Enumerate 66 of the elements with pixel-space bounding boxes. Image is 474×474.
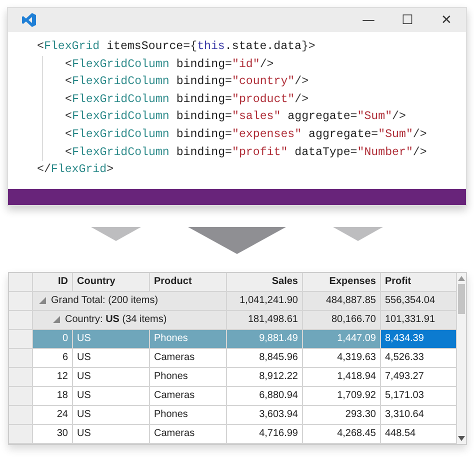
code-line: <FlexGrid itemsSource={this.state.data}> [37, 39, 316, 55]
table-cell[interactable]: US [73, 386, 150, 406]
collapse-triangle-icon[interactable] [39, 297, 46, 304]
table-cell[interactable]: 8,912.22 [227, 368, 303, 387]
scrollbar-thumb[interactable] [458, 284, 465, 314]
table-cell[interactable]: 6,880.94 [227, 386, 303, 406]
table-cell[interactable]: US [73, 424, 150, 444]
table-cell: 80,166.70 [303, 310, 381, 330]
table-cell[interactable]: 1,418.94 [303, 368, 381, 387]
table-cell[interactable]: 4,268.45 [303, 424, 381, 444]
maximize-button[interactable]: ☐ [388, 8, 427, 32]
table-cell[interactable]: Cameras [150, 348, 227, 368]
table-cell[interactable]: Phones [150, 368, 227, 387]
scroll-up-icon[interactable] [458, 276, 465, 281]
table-cell[interactable]: 8,434.39 [381, 330, 457, 349]
small-down-arrow-icon [333, 226, 383, 241]
scrollbar[interactable] [457, 272, 466, 444]
table-cell[interactable]: 30 [33, 424, 73, 444]
large-down-arrow-icon [188, 226, 286, 254]
column-header[interactable]: ID [33, 272, 73, 292]
code-line: <FlexGridColumn binding="expenses" aggregate="Sum"/> [65, 126, 428, 143]
table-cell[interactable]: US [73, 368, 150, 387]
code-line: </FlexGrid> [37, 162, 115, 178]
table-cell[interactable]: Cameras [150, 424, 227, 444]
column-header[interactable]: Profit [381, 272, 457, 292]
table-cell[interactable]: US [73, 348, 150, 368]
column-header[interactable]: Product [150, 272, 227, 292]
code-line: <FlexGridColumn binding="country"/> [65, 74, 310, 90]
code-line: <FlexGridColumn binding="profit" dataType="Number"/> [65, 144, 428, 161]
code-line: <FlexGridColumn binding="product"/> [65, 92, 310, 108]
table-cell[interactable]: 5,171.03 [381, 386, 457, 406]
column-header[interactable]: Expenses [303, 272, 381, 292]
table-cell[interactable]: 6 [33, 348, 73, 368]
table-cell: 484,887.85 [303, 292, 381, 311]
table-cell: 1,041,241.90 [227, 292, 303, 311]
scroll-down-icon[interactable] [458, 436, 465, 441]
table-cell[interactable]: 8,845.96 [227, 348, 303, 368]
collapse-triangle-icon[interactable] [53, 316, 60, 324]
group-label: Country: US (34 items) [65, 314, 167, 326]
table-cell[interactable]: Cameras [150, 386, 227, 406]
table-cell[interactable]: 293.30 [303, 406, 381, 425]
table-cell[interactable]: 4,526.33 [381, 348, 457, 368]
table-cell[interactable]: US [73, 406, 150, 425]
table-cell[interactable]: 448.54 [381, 424, 457, 444]
code-line: <FlexGridColumn binding="sales" aggregate="Sum"/> [65, 109, 407, 126]
table-cell[interactable]: 12 [33, 368, 73, 387]
table-cell[interactable]: 3,310.64 [381, 406, 457, 425]
table-cell: 181,498.61 [227, 310, 303, 330]
group-label: Grand Total: (200 items) [51, 295, 158, 306]
editor-logo-icon [21, 12, 37, 28]
close-button[interactable]: ✕ [427, 8, 466, 32]
small-down-arrow-icon [91, 226, 141, 241]
minimize-button[interactable]: — [349, 8, 388, 32]
table-cell[interactable]: 4,716.99 [227, 424, 303, 444]
column-header[interactable]: Sales [227, 272, 303, 292]
table-cell: 101,331.91 [381, 310, 457, 330]
table-cell[interactable]: 18 [33, 386, 73, 406]
table-cell: 556,354.04 [381, 292, 457, 311]
table-cell[interactable]: 1,709.92 [303, 386, 381, 406]
table-cell[interactable]: Phones [150, 406, 227, 425]
table-cell[interactable]: 24 [33, 406, 73, 425]
table-cell[interactable]: 7,493.27 [381, 368, 457, 387]
column-header[interactable]: Country [73, 272, 150, 292]
table-cell[interactable]: 3,603.94 [227, 406, 303, 425]
code-line: <FlexGridColumn binding="id"/> [65, 56, 275, 73]
table-cell[interactable]: 4,319.63 [303, 348, 381, 368]
